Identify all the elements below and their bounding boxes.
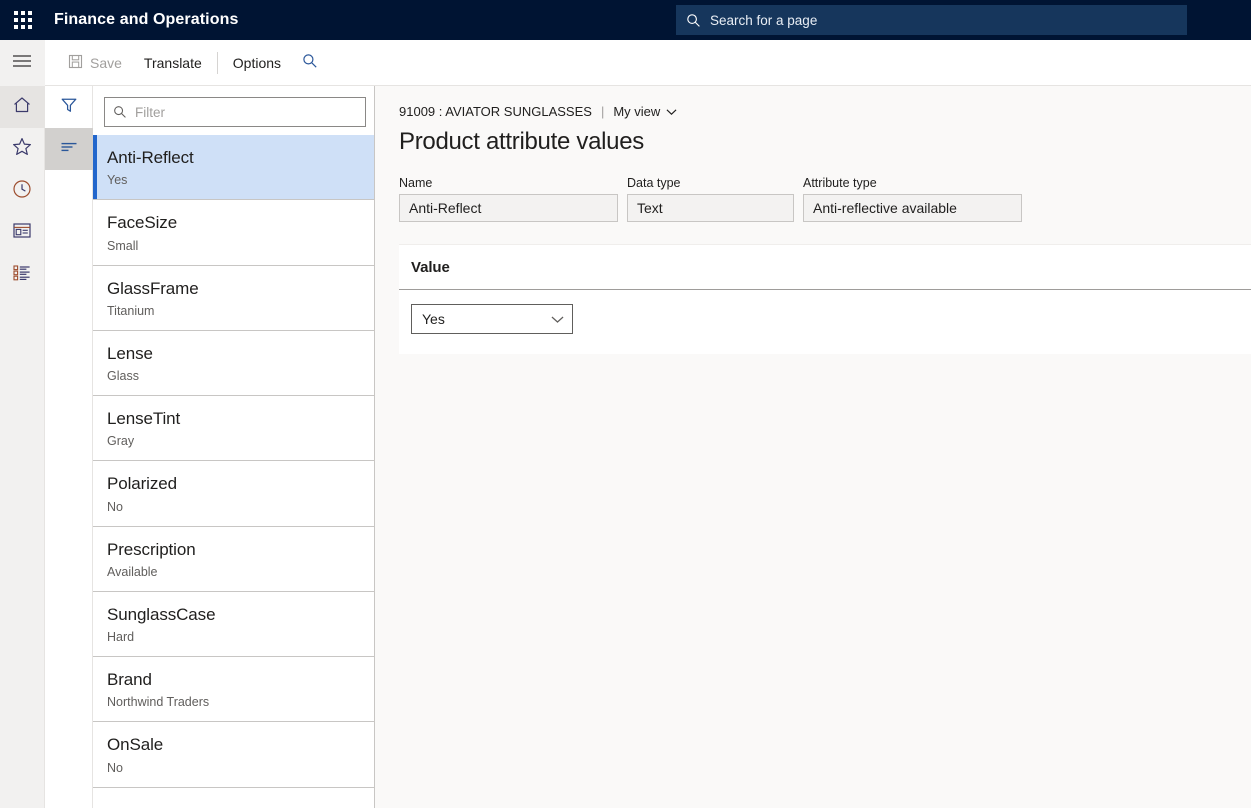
list-item-name: LenseTint [107,408,360,429]
list-item-value: Yes [107,173,360,188]
list-item-name: Lense [107,343,360,364]
top-navigation-bar: Finance and Operations [0,0,1251,40]
value-section-header: Value [399,245,1251,290]
list-item-value: Northwind Traders [107,695,360,710]
field-data-type-label: Data type [627,176,794,190]
app-title: Finance and Operations [54,11,238,29]
sidebar-item-modules[interactable] [0,254,45,296]
view-selector[interactable]: My view [613,104,677,119]
value-dropdown-selected: Yes [422,311,445,327]
list-item[interactable]: Lense Glass [93,331,374,396]
command-separator [217,52,218,74]
clock-icon [12,179,32,204]
list-item-name: Polarized [107,473,360,494]
list-item[interactable]: OnSale No [93,722,374,787]
value-dropdown[interactable]: Yes [411,304,573,334]
filter-input[interactable] [135,105,357,120]
sort-panel-button[interactable] [45,128,93,170]
home-icon [12,96,32,119]
field-row: Name Anti-Reflect Data type Text Attribu… [399,176,1251,222]
workspace-icon [12,222,32,244]
sidebar-item-favorites[interactable] [0,128,45,170]
field-name-input[interactable]: Anti-Reflect [399,194,618,222]
breadcrumb-record: 91009 : AVIATOR SUNGLASSES [399,104,592,119]
sidebar-item-recent[interactable] [0,170,45,212]
options-button[interactable]: Options [222,47,292,79]
left-icon-rail [0,40,45,808]
options-label: Options [233,55,281,71]
attribute-list-panel: Anti-Reflect Yes FaceSize Small GlassFrame Ti… [93,86,375,808]
list-icon [12,264,32,286]
sort-lines-icon [59,140,79,159]
list-panel-rail [45,86,93,808]
view-selector-label: My view [613,104,660,119]
list-item-value: Titanium [107,304,360,319]
save-disk-icon [68,54,83,72]
sidebar-item-workspaces[interactable] [0,212,45,254]
page-title: Product attribute values [399,128,1251,156]
list-item-value: Glass [107,369,360,384]
translate-button[interactable]: Translate [133,47,213,79]
filter-field[interactable] [104,97,366,127]
save-button[interactable]: Save [57,47,133,79]
breadcrumb-separator: | [601,104,604,119]
search-icon [113,105,127,119]
field-name-label: Name [399,176,618,190]
search-icon [686,13,701,28]
sidebar-item-home[interactable] [0,86,45,128]
list-item[interactable]: Brand Northwind Traders [93,657,374,722]
app-launcher-button[interactable] [0,0,46,40]
attribute-list[interactable]: Anti-Reflect Yes FaceSize Small GlassFrame Ti… [93,135,374,808]
global-search-input[interactable] [710,13,1177,28]
search-icon [302,53,318,72]
command-bar: Save Translate Options [45,40,1251,86]
chevron-down-icon [666,104,677,119]
list-item[interactable]: Anti-Reflect Yes [93,135,374,200]
list-item-value: No [107,500,360,515]
list-item-name: FaceSize [107,212,360,233]
command-search-button[interactable] [292,47,328,79]
chevron-down-icon [551,311,564,327]
field-data-type-input[interactable]: Text [627,194,794,222]
list-item[interactable]: GlassFrame Titanium [93,266,374,331]
field-attribute-type-input[interactable]: Anti-reflective available [803,194,1022,222]
field-name: Name Anti-Reflect [399,176,618,222]
list-item[interactable]: LenseTint Gray [93,396,374,461]
breadcrumb: 91009 : AVIATOR SUNGLASSES | My view [399,104,1251,119]
list-item-value: Available [107,565,360,580]
filter-container [93,86,374,135]
list-item-name: GlassFrame [107,278,360,299]
value-section-body: Yes [399,290,1251,354]
list-item-name: OnSale [107,734,360,755]
app-launcher-grid-icon [14,11,32,29]
funnel-filter-icon [60,96,78,119]
star-icon [12,137,32,161]
list-item-value: Gray [107,434,360,449]
list-item-value: No [107,761,360,776]
value-section-card: Value Yes [399,244,1251,354]
save-label: Save [90,55,122,71]
field-data-type: Data type Text [627,176,794,222]
list-item-name: Brand [107,669,360,690]
hamburger-menu-icon [12,54,32,73]
list-item-name: Prescription [107,539,360,560]
navigation-menu-button[interactable] [0,40,45,86]
field-attribute-type: Attribute type Anti-reflective available [803,176,1022,222]
list-item-value: Small [107,239,360,254]
list-item-name: SunglassCase [107,604,360,625]
translate-label: Translate [144,55,202,71]
filter-panel-button[interactable] [45,86,93,128]
global-search-box[interactable] [676,5,1187,35]
list-item[interactable]: Prescription Available [93,527,374,592]
list-item[interactable]: Polarized No [93,461,374,526]
list-item-value: Hard [107,630,360,645]
list-item[interactable]: SunglassCase Hard [93,592,374,657]
list-item[interactable]: FaceSize Small [93,200,374,265]
list-item-name: Anti-Reflect [107,147,360,168]
detail-pane: 91009 : AVIATOR SUNGLASSES | My view Pro… [375,86,1251,808]
field-attribute-type-label: Attribute type [803,176,1022,190]
